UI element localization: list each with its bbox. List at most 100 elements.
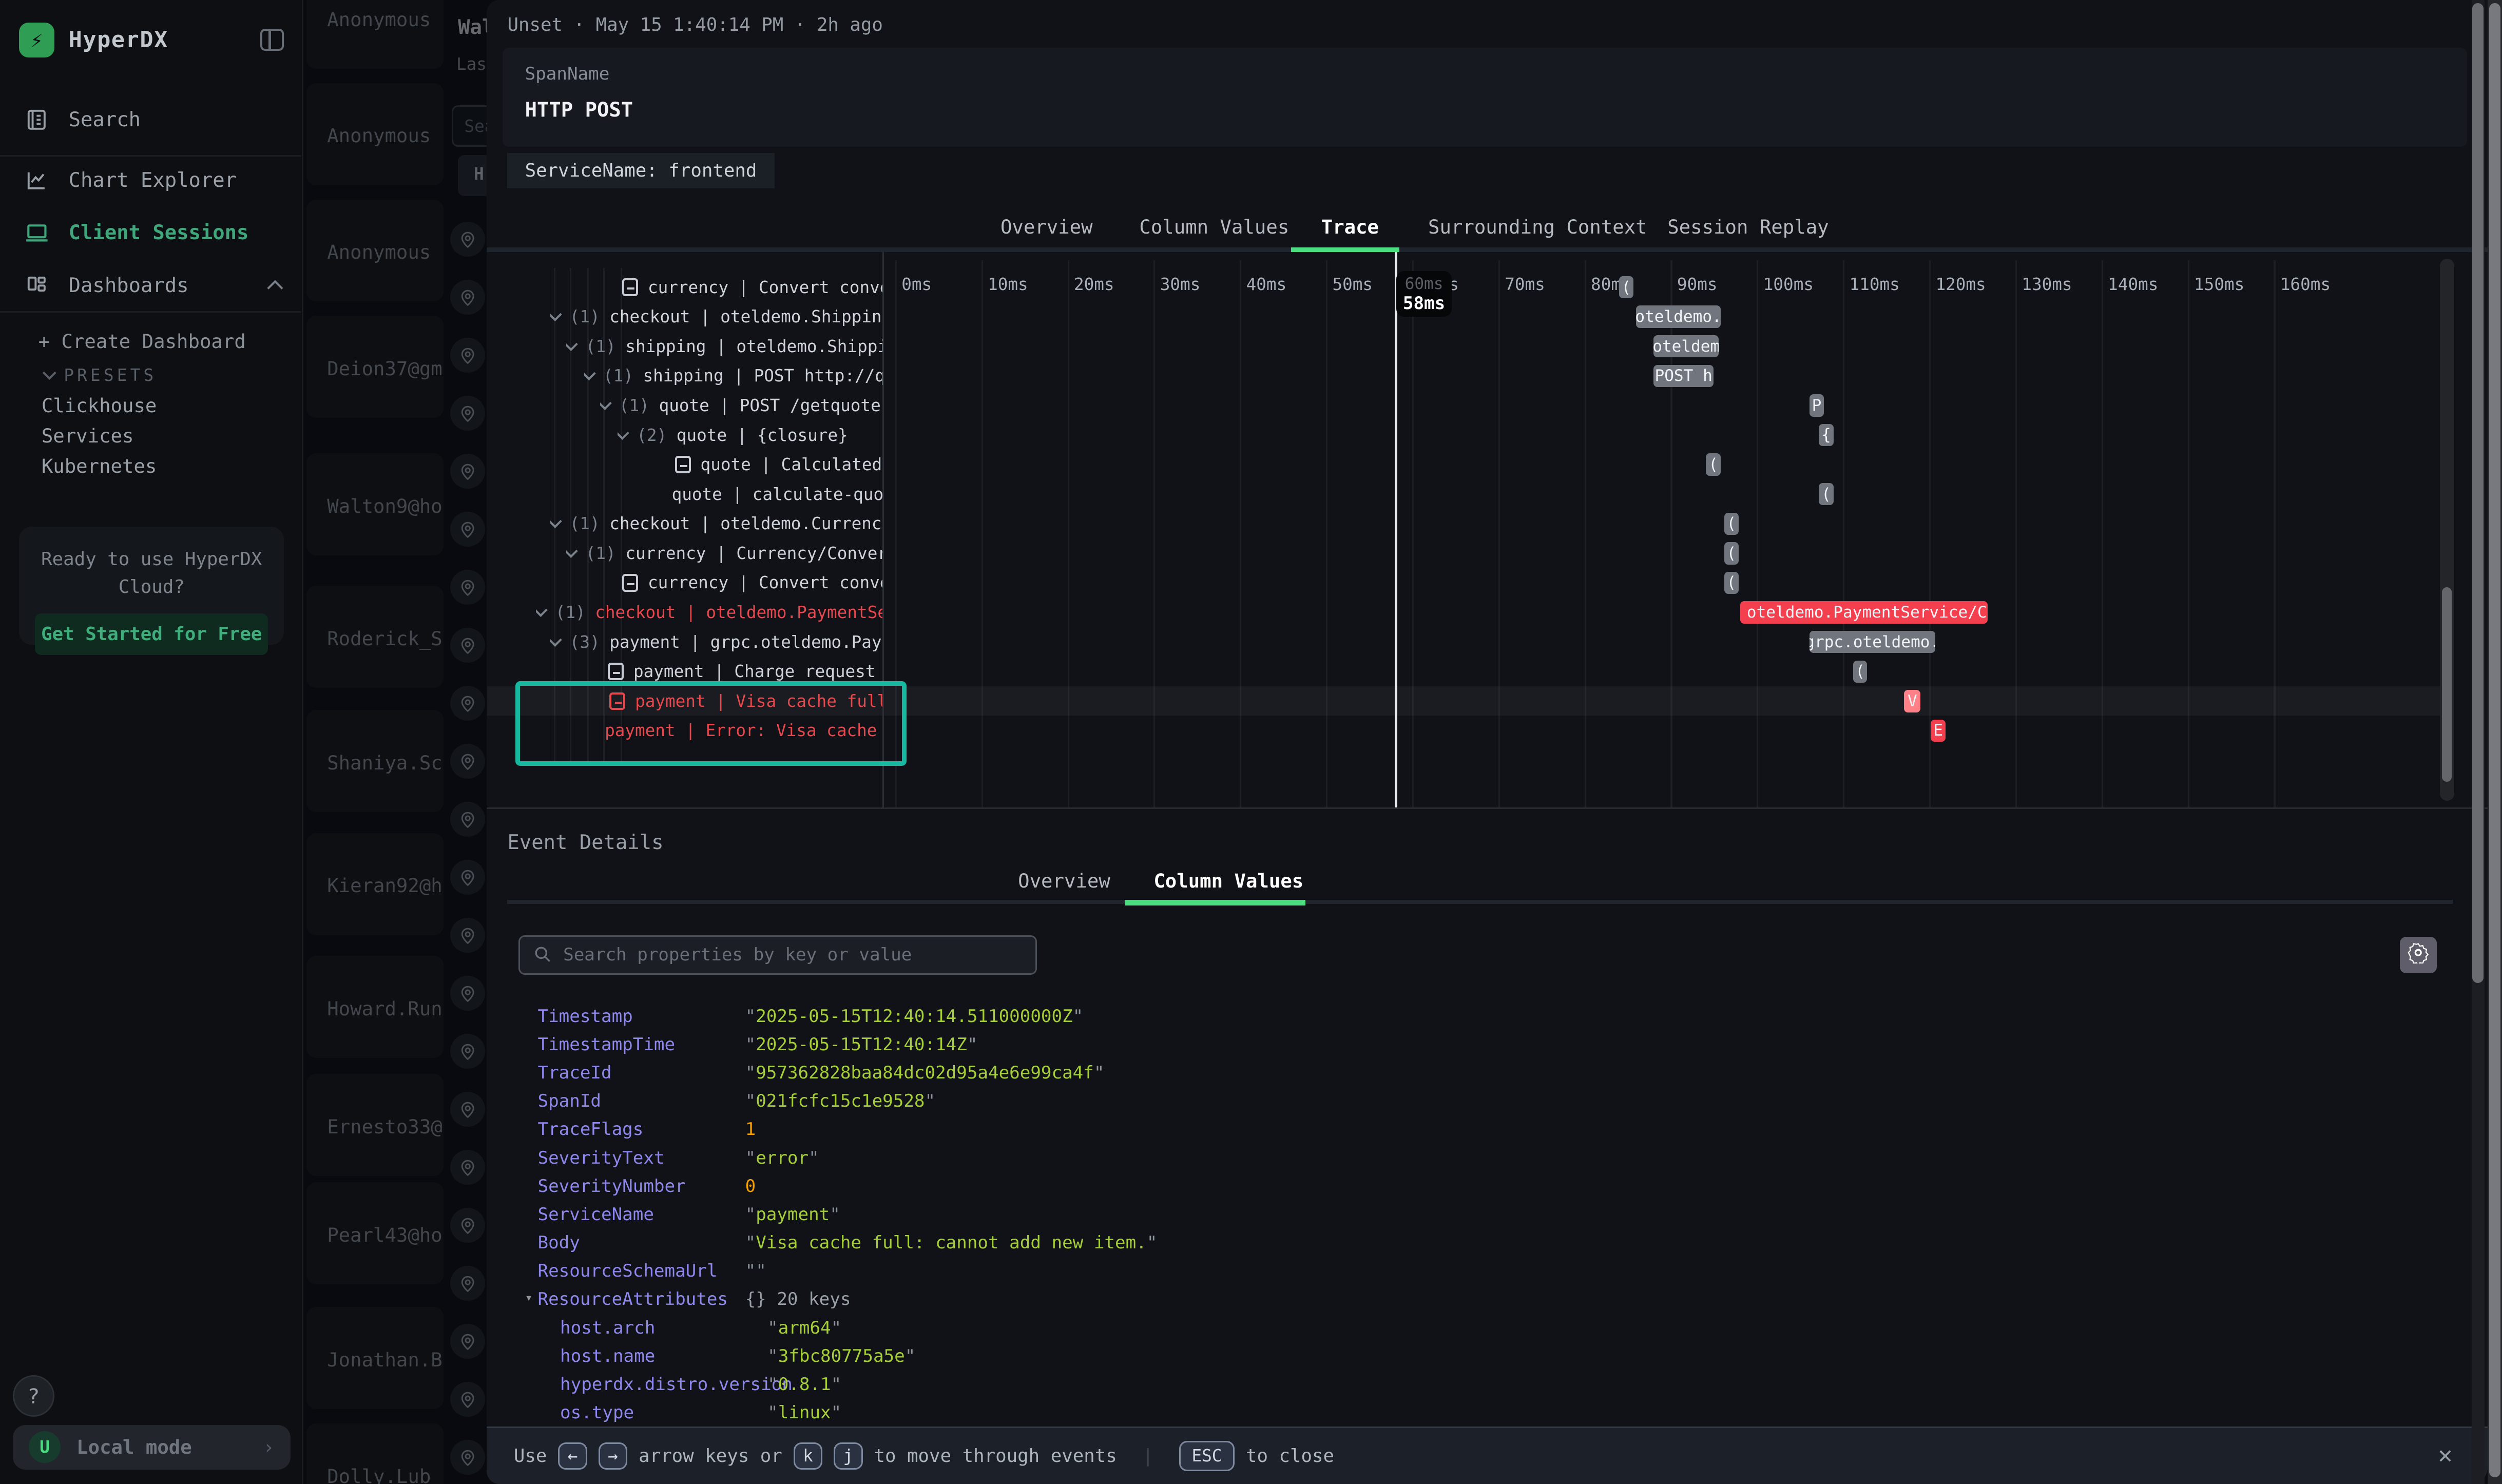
trace-span-bar[interactable]: oteldemo.PaymentService/Char	[1740, 601, 1988, 624]
scrollbar-thumb[interactable]	[2489, 3, 2500, 1477]
search-placeholder: Search properties by key or value	[563, 945, 912, 965]
trace-span-row[interactable]: (2)quote | {closure}	[618, 423, 882, 447]
chevron-down-icon[interactable]	[618, 426, 629, 439]
sidebar-item-chart-explorer[interactable]: Chart Explorer	[0, 160, 303, 201]
property-value: "2025-05-15T12:40:14.511000000Z"	[745, 1006, 1084, 1027]
property-row: Body"Visa cache full: cannot add new ite…	[487, 1228, 2401, 1257]
chevron-down-icon[interactable]	[566, 337, 578, 351]
trace-span-bar[interactable]: P	[1810, 394, 1824, 417]
event-details-tab-track	[507, 900, 2452, 904]
sidebar-item-dashboards[interactable]: Dashboards	[0, 265, 303, 306]
child-count: (1)	[603, 366, 633, 386]
sidebar-item-search[interactable]: Search	[0, 99, 303, 141]
create-dashboard-button[interactable]: + Create Dashboard	[39, 330, 246, 353]
sidebar-collapse-icon[interactable]	[260, 29, 284, 51]
trace-span-row[interactable]: quote | calculate-quote	[672, 482, 882, 506]
event-side-panel: Unset · May 15 1:40:14 PM · 2h ago SpanN…	[487, 0, 2488, 1484]
timeline-gridline	[2274, 260, 2275, 807]
tab-column-values[interactable]: Column Values	[1139, 216, 1289, 238]
trace-span-label: checkout | oteldemo.PaymentServi…	[595, 603, 882, 622]
trace-span-row[interactable]: (3)payment | grpc.oteldemo.Paymen…	[550, 630, 882, 654]
waterfall-scrollbar[interactable]	[2440, 259, 2454, 801]
trace-span-row[interactable]: (1)shipping | oteldemo.Shipping…	[566, 334, 882, 358]
timeline-cursor	[1395, 252, 1397, 807]
event-details-tab-column-values[interactable]: Column Values	[1153, 870, 1303, 892]
trace-span-bar[interactable]: V	[1904, 690, 1920, 712]
sidebar-item-client-sessions[interactable]: Client Sessions	[0, 212, 303, 254]
trace-span-label: quote | {closure}	[677, 426, 848, 445]
modal-scrollbar[interactable]	[2472, 0, 2485, 1484]
tab-overview[interactable]: Overview	[1000, 216, 1093, 238]
trace-span-row[interactable]: (1)quote | POST /getquote	[600, 394, 882, 418]
search-logs-icon	[24, 107, 50, 132]
trace-span-row[interactable]: currency | Convert convers…	[622, 275, 882, 299]
chevron-down-icon[interactable]	[536, 603, 548, 616]
property-key: os.type	[560, 1402, 634, 1423]
trace-span-bar[interactable]: {	[1819, 424, 1834, 447]
trace-span-bar[interactable]: (	[1724, 513, 1739, 535]
trace-span-bar[interactable]: POST h	[1653, 365, 1714, 388]
trace-span-bar[interactable]: (	[1619, 276, 1634, 299]
chevron-down-icon[interactable]	[600, 396, 612, 410]
trace-span-bar[interactable]: (	[1724, 542, 1739, 565]
property-string-value: Visa cache full: cannot add new item.	[756, 1232, 1147, 1253]
trace-span-row[interactable]: currency | Convert convers…	[622, 571, 882, 595]
trace-span-row[interactable]: (1) shipping | POST http://quo…	[584, 364, 882, 388]
trace-span-bar[interactable]: grpc.oteldemo.	[1810, 631, 1935, 653]
timeline-tick-label: 140ms	[2108, 275, 2158, 294]
get-started-button[interactable]: Get Started for Free	[35, 613, 268, 655]
tab-surrounding-context[interactable]: Surrounding Context	[1428, 216, 1647, 238]
trace-span-row[interactable]: (1)currency | Currency/Convert	[566, 542, 882, 566]
trace-span-row[interactable]: (1)checkout | oteldemo.PaymentServi…	[536, 601, 882, 625]
property-string-value: arm64	[778, 1318, 831, 1338]
trace-span-bar[interactable]: (	[1724, 572, 1739, 594]
event-details-tab-overview[interactable]: Overview	[1018, 870, 1110, 892]
property-search-input[interactable]: Search properties by key or value	[518, 935, 1037, 975]
sidebar-item-kubernetes[interactable]: Kubernetes	[42, 455, 157, 477]
trace-span-row[interactable]: quote | Calculated q…	[675, 453, 882, 477]
service-name-badge[interactable]: ServiceName: frontend	[507, 153, 774, 188]
span-name-label: SpanName	[525, 64, 2445, 84]
help-button[interactable]: ?	[13, 1375, 54, 1417]
chevron-down-icon[interactable]	[550, 514, 562, 528]
collapse-toggle-icon[interactable]: ▾	[525, 1290, 533, 1305]
property-string-value: linux	[778, 1402, 831, 1423]
child-count: (1)	[586, 544, 616, 563]
scrollbar-thumb[interactable]	[2472, 3, 2484, 983]
column-settings-button[interactable]	[2400, 937, 2436, 973]
tab-trace[interactable]: Trace	[1321, 216, 1379, 238]
property-key: TimestampTime	[538, 1034, 676, 1055]
child-count: (1)	[586, 337, 616, 356]
chevron-down-icon[interactable]	[584, 367, 596, 380]
chevron-down-icon[interactable]	[550, 307, 562, 321]
close-icon[interactable]: ✕	[2438, 1441, 2453, 1469]
property-key: host.arch	[560, 1318, 655, 1338]
chevron-down-icon[interactable]	[550, 633, 562, 646]
trace-span-label: payment | Charge request rec…	[633, 662, 882, 681]
trace-span-bar[interactable]: (	[1819, 483, 1834, 506]
presets-group[interactable]: PRESETS	[45, 365, 157, 385]
timeline-tick-label: 150ms	[2194, 275, 2244, 294]
search-icon	[533, 940, 552, 970]
trace-span-bar[interactable]: (	[1853, 661, 1867, 683]
timeline-gridline	[1240, 260, 1241, 807]
window-scrollbar[interactable]	[2488, 0, 2502, 1484]
trace-span-bar[interactable]: (	[1706, 453, 1721, 476]
local-mode-menu[interactable]: U Local mode ›	[13, 1425, 291, 1470]
property-string-value: payment	[756, 1204, 830, 1225]
property-value: "error"	[745, 1148, 819, 1168]
scrollbar-thumb[interactable]	[2442, 587, 2452, 782]
trace-span-bar[interactable]: oteldem	[1653, 335, 1719, 358]
tab-session-replay[interactable]: Session Replay	[1667, 216, 1829, 238]
trace-span-label: shipping | POST http://quo…	[643, 366, 882, 386]
timeline-gridline	[1843, 260, 1844, 807]
sidebar-item-clickhouse[interactable]: Clickhouse	[42, 394, 157, 417]
trace-span-row[interactable]: (1)checkout | oteldemo.ShippingSe…	[550, 305, 882, 329]
trace-span-row[interactable]: payment | Charge request rec…	[608, 660, 882, 684]
chevron-down-icon[interactable]	[566, 544, 578, 557]
trace-span-row[interactable]: (1)checkout | oteldemo.CurrencySe…	[550, 512, 882, 536]
trace-span-bar[interactable]: oteldemo.	[1636, 305, 1720, 328]
sidebar-item-services[interactable]: Services	[42, 425, 134, 447]
modal-footer: Use←→arrow keys orkjto move through even…	[487, 1427, 2488, 1484]
trace-span-bar[interactable]: E	[1931, 720, 1946, 742]
